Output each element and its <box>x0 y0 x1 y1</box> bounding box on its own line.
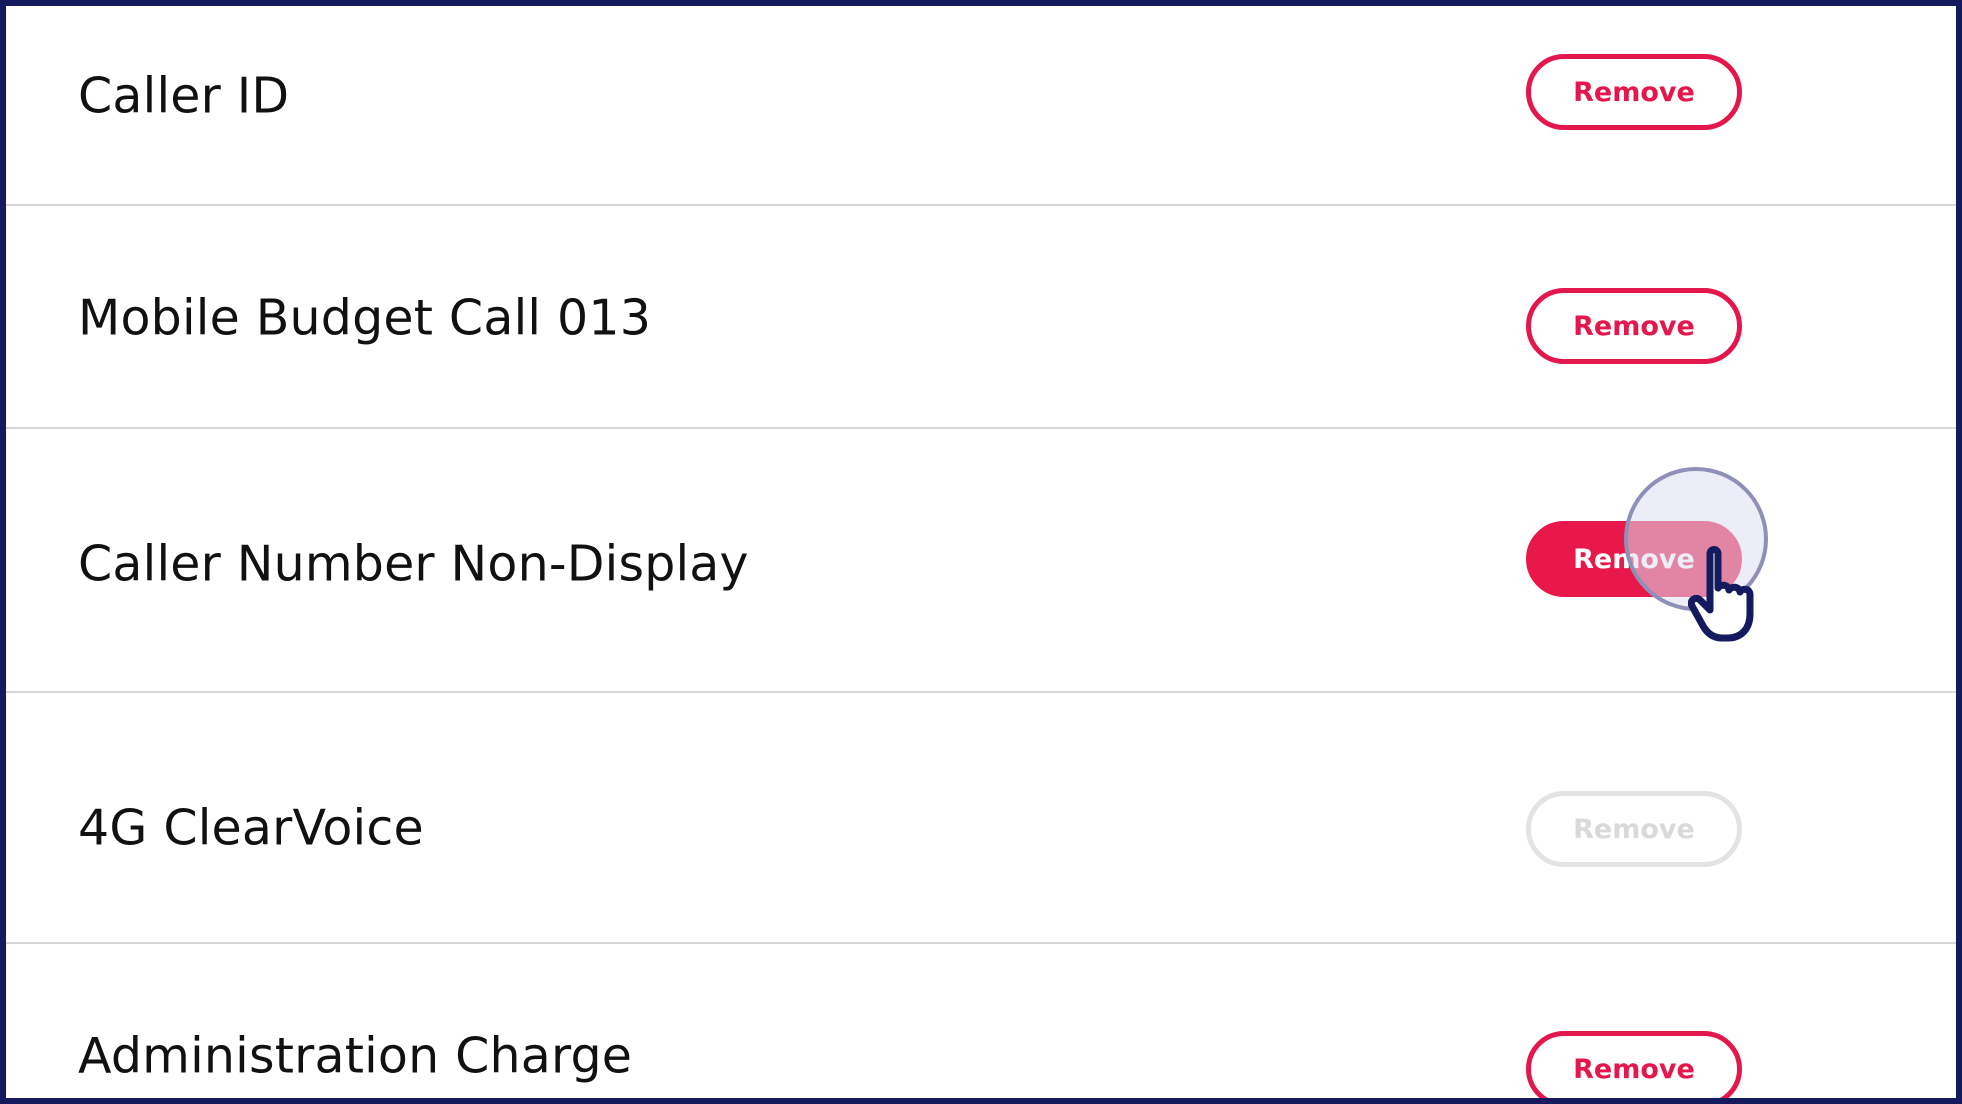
service-label: Caller ID <box>78 67 290 125</box>
service-label: Administration Charge <box>78 1027 633 1085</box>
hand-pointer-icon <box>1688 546 1754 642</box>
row-divider <box>6 942 1956 944</box>
remove-button-4g-clearvoice[interactable]: Remove <box>1526 791 1742 867</box>
service-label: Mobile Budget Call 013 <box>78 289 652 347</box>
service-list-screen: Caller ID Remove Mobile Budget Call 013 … <box>0 0 1962 1104</box>
row-divider <box>6 204 1956 206</box>
row-divider <box>6 691 1956 693</box>
service-label: Caller Number Non-Display <box>78 535 749 593</box>
service-label: 4G ClearVoice <box>78 799 424 857</box>
remove-button-mobile-budget-call[interactable]: Remove <box>1526 288 1742 364</box>
row-divider <box>6 427 1956 429</box>
remove-button-administration-charge[interactable]: Remove <box>1526 1031 1742 1098</box>
remove-button-caller-id[interactable]: Remove <box>1526 54 1742 130</box>
